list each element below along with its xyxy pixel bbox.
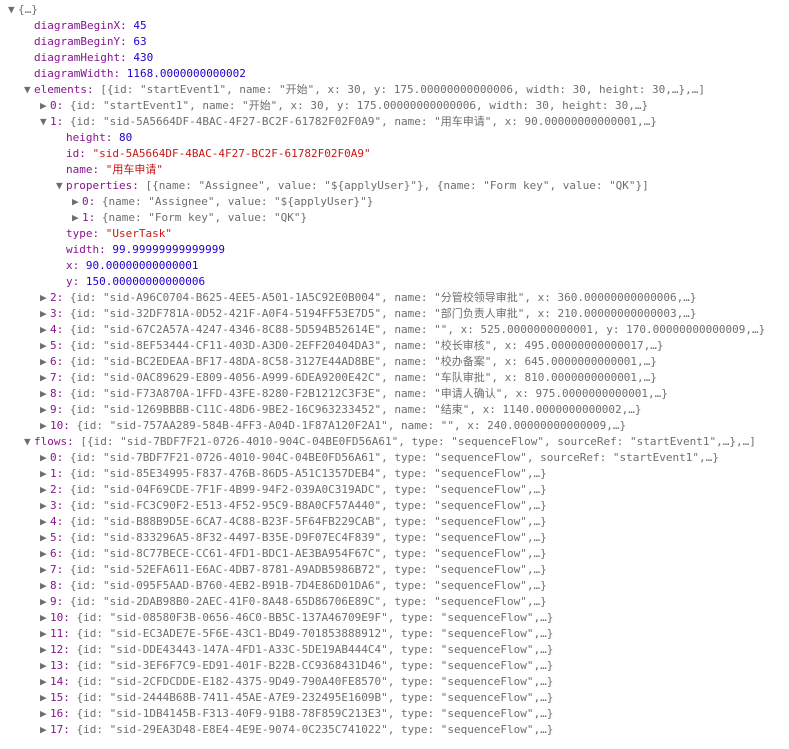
prop-row[interactable]: diagramBeginX: 45 (8, 18, 781, 34)
prop-row[interactable]: height: 80 (8, 130, 781, 146)
arrow-right-icon: ▶ (40, 338, 50, 354)
arrow-down-icon: ▼ (8, 2, 18, 18)
array-row[interactable]: ▶6: {id: "sid-8C77BECE-CC61-4FD1-BDC1-AE… (8, 546, 781, 562)
array-row[interactable]: ▶3: {id: "sid-FC3C90F2-E513-4F52-95C9-B8… (8, 498, 781, 514)
arrow-right-icon: ▶ (40, 418, 50, 434)
arrow-right-icon: ▶ (40, 98, 50, 114)
array-row[interactable]: ▶5: {id: "sid-8EF53444-CF11-403D-A3D0-2E… (8, 338, 781, 354)
array-row[interactable]: ▶17: {id: "sid-29EA3D48-E8E4-4E9E-9074-0… (8, 722, 781, 738)
arrow-right-icon: ▶ (40, 690, 50, 706)
arrow-down-icon: ▼ (40, 114, 50, 130)
arrow-right-icon: ▶ (40, 610, 50, 626)
arrow-right-icon: ▶ (40, 402, 50, 418)
arrow-down-icon: ▼ (24, 82, 34, 98)
array-row[interactable]: ▶11: {id: "sid-EC3ADE7E-5F6E-43C1-BD49-7… (8, 626, 781, 642)
array-row[interactable]: ▶9: {id: "sid-1269BBBB-C11C-48D6-9BE2-16… (8, 402, 781, 418)
arrow-right-icon: ▶ (72, 194, 82, 210)
arrow-right-icon: ▶ (40, 530, 50, 546)
array-row[interactable]: ▶0: {name: "Assignee", value: "${applyUs… (8, 194, 781, 210)
arrow-right-icon: ▶ (40, 578, 50, 594)
arrow-right-icon: ▶ (72, 210, 82, 226)
prop-row[interactable]: diagramWidth: 1168.0000000000002 (8, 66, 781, 82)
prop-row[interactable]: diagramHeight: 430 (8, 50, 781, 66)
prop-row[interactable]: x: 90.00000000000001 (8, 258, 781, 274)
arrow-right-icon: ▶ (40, 290, 50, 306)
array-row[interactable]: ▶15: {id: "sid-2444B68B-7411-45AE-A7E9-2… (8, 690, 781, 706)
array-row[interactable]: ▶13: {id: "sid-3EF6F7C9-ED91-401F-B22B-C… (8, 658, 781, 674)
arrow-right-icon: ▶ (40, 370, 50, 386)
array-row[interactable]: ▶12: {id: "sid-DDE43443-147A-4FD1-A33C-5… (8, 642, 781, 658)
prop-row[interactable]: diagramBeginY: 63 (8, 34, 781, 50)
array-row[interactable]: ▶7: {id: "sid-0AC89629-E809-4056-A999-6D… (8, 370, 781, 386)
array-row[interactable]: ▶10: {id: "sid-08580F3B-0656-46C0-BB5C-1… (8, 610, 781, 626)
array-row[interactable]: ▶2: {id: "sid-A96C0704-B625-4EE5-A501-1A… (8, 290, 781, 306)
array-row[interactable]: ▶2: {id: "sid-04F69CDE-7F1F-4B99-94F2-03… (8, 482, 781, 498)
array-row[interactable]: ▶9: {id: "sid-2DAB98B0-2AEC-41F0-8A48-65… (8, 594, 781, 610)
array-row[interactable]: ▶5: {id: "sid-833296A5-8F32-4497-B35E-D9… (8, 530, 781, 546)
arrow-right-icon: ▶ (40, 674, 50, 690)
arrow-down-icon: ▼ (56, 178, 66, 194)
arrow-right-icon: ▶ (40, 498, 50, 514)
properties-row[interactable]: ▼properties: [{name: "Assignee", value: … (8, 178, 781, 194)
array-row[interactable]: ▶6: {id: "sid-BC2EDEAA-BF17-48DA-8C58-31… (8, 354, 781, 370)
array-row[interactable]: ▶3: {id: "sid-32DF781A-0D52-421F-A0F4-51… (8, 306, 781, 322)
array-row[interactable]: ▶8: {id: "sid-F73A870A-1FFD-43FE-8280-F2… (8, 386, 781, 402)
arrow-right-icon: ▶ (40, 322, 50, 338)
arrow-right-icon: ▶ (40, 354, 50, 370)
array-row[interactable]: ▶4: {id: "sid-67C2A57A-4247-4346-8C88-5D… (8, 322, 781, 338)
arrow-right-icon: ▶ (40, 626, 50, 642)
array-row[interactable]: ▶10: {id: "sid-757AA289-584B-4FF3-A04D-1… (8, 418, 781, 434)
array-row[interactable]: ▶16: {id: "sid-1DB4145B-F313-40F9-91B8-7… (8, 706, 781, 722)
array-row[interactable]: ▶8: {id: "sid-095F5AAD-B760-4EB2-B91B-7D… (8, 578, 781, 594)
array-row[interactable]: ▶7: {id: "sid-52EFA611-E6AC-4DB7-8781-A9… (8, 562, 781, 578)
array-row[interactable]: ▶0: {id: "sid-7BDF7F21-0726-4010-904C-04… (8, 450, 781, 466)
array-row[interactable]: ▶14: {id: "sid-2CFDCDDE-E182-4375-9D49-7… (8, 674, 781, 690)
array-row[interactable]: ▶1: {name: "Form key", value: "QK"} (8, 210, 781, 226)
arrow-right-icon: ▶ (40, 514, 50, 530)
flows-row[interactable]: ▼flows: [{id: "sid-7BDF7F21-0726-4010-90… (8, 434, 781, 450)
root-preview: {…} (18, 3, 38, 16)
root-row[interactable]: ▼{…} (8, 2, 781, 18)
arrow-right-icon: ▶ (40, 546, 50, 562)
arrow-right-icon: ▶ (40, 594, 50, 610)
arrow-down-icon: ▼ (24, 434, 34, 450)
arrow-right-icon: ▶ (40, 386, 50, 402)
prop-row[interactable]: name: "用车申请" (8, 162, 781, 178)
prop-row[interactable]: type: "UserTask" (8, 226, 781, 242)
array-row[interactable]: ▼1: {id: "sid-5A5664DF-4BAC-4F27-BC2F-61… (8, 114, 781, 130)
array-row[interactable]: ▶0: {id: "startEvent1", name: "开始", x: 3… (8, 98, 781, 114)
elements-row[interactable]: ▼elements: [{id: "startEvent1", name: "开… (8, 82, 781, 98)
arrow-right-icon: ▶ (40, 562, 50, 578)
arrow-right-icon: ▶ (40, 722, 50, 738)
array-row[interactable]: ▶1: {id: "sid-85E34995-F837-476B-86D5-A5… (8, 466, 781, 482)
prop-row[interactable]: id: "sid-5A5664DF-4BAC-4F27-BC2F-61782F0… (8, 146, 781, 162)
arrow-right-icon: ▶ (40, 466, 50, 482)
prop-row[interactable]: width: 99.99999999999999 (8, 242, 781, 258)
arrow-right-icon: ▶ (40, 482, 50, 498)
arrow-right-icon: ▶ (40, 450, 50, 466)
json-tree: ▼{…} diagramBeginX: 45 diagramBeginY: 63… (8, 2, 781, 738)
arrow-right-icon: ▶ (40, 306, 50, 322)
prop-row[interactable]: y: 150.00000000000006 (8, 274, 781, 290)
arrow-right-icon: ▶ (40, 642, 50, 658)
arrow-right-icon: ▶ (40, 706, 50, 722)
array-row[interactable]: ▶4: {id: "sid-B88B9D5E-6CA7-4C88-B23F-5F… (8, 514, 781, 530)
arrow-right-icon: ▶ (40, 658, 50, 674)
